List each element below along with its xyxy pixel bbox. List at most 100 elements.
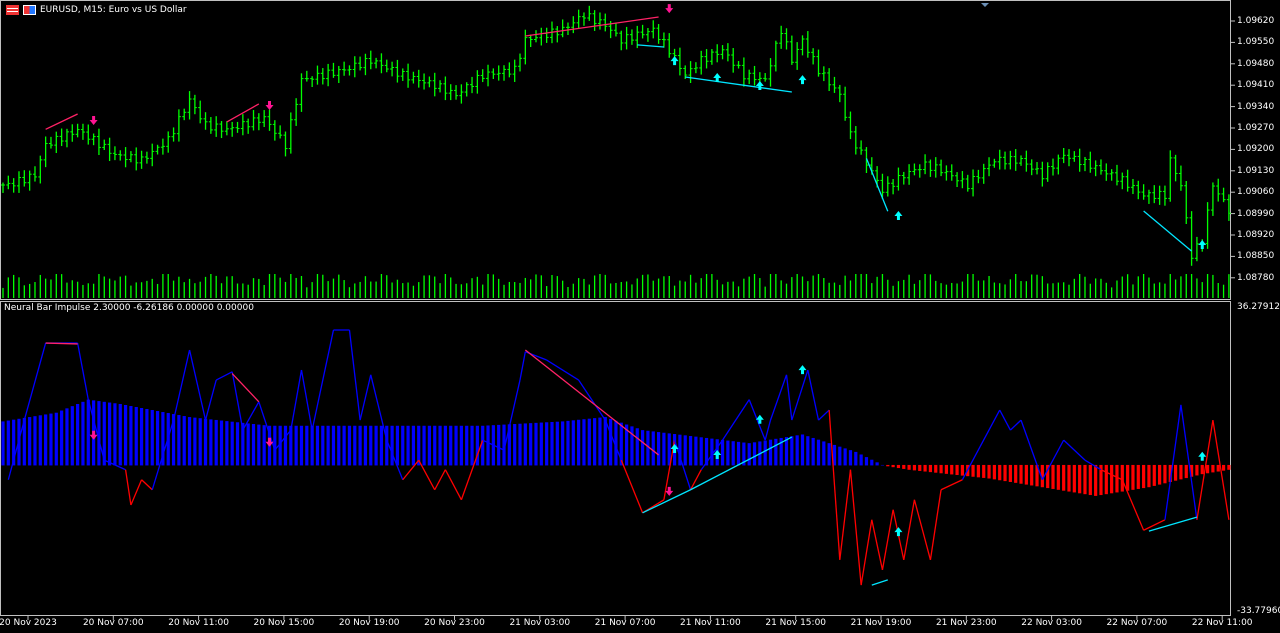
- histogram-bar: [806, 436, 810, 466]
- price-axis-label: 1.08780: [1237, 272, 1275, 283]
- histogram-bar: [998, 464, 1002, 481]
- histogram-bar: [747, 443, 751, 466]
- oscillator-segment: [578, 379, 606, 421]
- oscillator-segment: [604, 419, 622, 461]
- histogram-bar: [70, 406, 74, 466]
- shift-marker-icon[interactable]: [981, 3, 989, 7]
- histogram-bar: [816, 439, 821, 466]
- histogram-bar: [1, 421, 5, 466]
- histogram-bar: [470, 425, 474, 466]
- oscillator-segment: [434, 469, 446, 491]
- histogram-bar: [656, 432, 661, 466]
- histogram-bar: [374, 425, 378, 466]
- histogram-bar: [523, 423, 527, 466]
- chart-canvas[interactable]: [0, 0, 1280, 633]
- price-axis-label: 1.08920: [1237, 230, 1275, 240]
- histogram-bar: [598, 417, 602, 466]
- histogram-bar: [529, 423, 533, 466]
- histogram-bar: [609, 418, 613, 466]
- histogram-bar: [395, 425, 400, 466]
- histogram-bar: [838, 446, 842, 466]
- buy-arrow-icon: [670, 56, 679, 66]
- histogram-bar: [1024, 464, 1028, 485]
- histogram-bar: [1216, 464, 1220, 472]
- histogram-bar: [235, 422, 240, 466]
- histogram-bar: [976, 464, 980, 478]
- histogram-bar: [369, 425, 373, 466]
- chart-grid-icon[interactable]: [6, 5, 19, 15]
- histogram-bar: [944, 464, 949, 474]
- histogram-bar: [1174, 464, 1178, 481]
- histogram-bar: [177, 415, 181, 466]
- histogram-bar: [1200, 464, 1204, 475]
- buy-arrow-icon: [798, 75, 807, 85]
- axis-ticks: [27, 20, 1235, 620]
- buy-arrow-icon: [1198, 240, 1207, 250]
- histogram-bar: [1195, 464, 1199, 476]
- oscillator-segment: [1196, 419, 1214, 520]
- histogram-bar: [379, 425, 384, 466]
- histogram-bar: [246, 423, 250, 466]
- histogram-bar: [534, 422, 538, 466]
- histogram-bar: [1067, 464, 1071, 492]
- histogram-bar: [811, 437, 815, 466]
- histogram-bar: [1136, 464, 1140, 489]
- histogram-bar: [918, 464, 922, 471]
- histogram-bar: [912, 464, 917, 471]
- histogram-bar: [1221, 464, 1226, 471]
- oscillator-segment: [620, 459, 644, 514]
- histogram-bar: [433, 425, 437, 466]
- histogram-bar: [113, 403, 117, 466]
- oscillator-segment: [370, 374, 388, 441]
- histogram-bar: [1120, 464, 1124, 492]
- sell-arrow-icon: [265, 437, 274, 447]
- buy-arrow-icon: [755, 414, 764, 424]
- histogram-bar: [49, 413, 53, 466]
- oscillator-segment: [769, 374, 788, 421]
- histogram-bar: [566, 420, 570, 466]
- oscillator-segment: [87, 399, 105, 461]
- time-axis-label: 20 Nov 15:00: [253, 618, 315, 628]
- price-bullish-divergence: [637, 44, 664, 48]
- indicator-axis-max: 36.27912: [1237, 302, 1280, 312]
- oscillator-segment: [913, 499, 932, 561]
- histogram-bar: [283, 425, 288, 466]
- impulse-line: [7, 329, 1230, 586]
- histogram-bar: [459, 425, 463, 466]
- oscillator-segment: [141, 479, 153, 491]
- histogram-bar: [155, 411, 160, 466]
- histogram-bar: [310, 425, 314, 466]
- histogram-bar: [891, 464, 895, 468]
- oscillator-segment: [818, 409, 830, 421]
- indicator-bullish-divergence: [871, 579, 888, 586]
- histogram-bar: [1083, 464, 1087, 495]
- histogram-bar: [305, 425, 309, 466]
- trade-signal-icon[interactable]: [23, 5, 36, 15]
- buy-arrow-icon: [670, 443, 679, 453]
- histogram-bar: [854, 451, 858, 466]
- histogram-bar: [1163, 464, 1167, 484]
- sell-arrow-icon: [89, 116, 98, 126]
- histogram-bar: [784, 437, 789, 466]
- histogram-bar: [827, 443, 831, 466]
- histogram-bar: [1205, 464, 1210, 474]
- oscillator-segment: [124, 469, 132, 506]
- histogram-bar: [347, 425, 352, 466]
- oscillator-segment: [839, 469, 852, 560]
- histogram-bar: [880, 464, 885, 466]
- price-axis-label: 1.09270: [1237, 123, 1275, 133]
- histogram-bar: [795, 435, 799, 466]
- histogram-bar: [406, 425, 410, 466]
- histogram-bar: [688, 435, 693, 466]
- oscillator-segment: [881, 509, 894, 570]
- histogram-bar: [699, 437, 703, 466]
- oscillator-segment: [242, 401, 260, 431]
- histogram-bar: [539, 422, 543, 466]
- oscillator-segment: [764, 419, 772, 441]
- oscillator-segment: [1164, 404, 1182, 520]
- histogram-bar: [593, 418, 597, 466]
- histogram-bar: [129, 406, 133, 466]
- histogram-bar: [1008, 464, 1012, 482]
- oscillator-segment: [274, 429, 292, 451]
- histogram-bar: [843, 448, 847, 466]
